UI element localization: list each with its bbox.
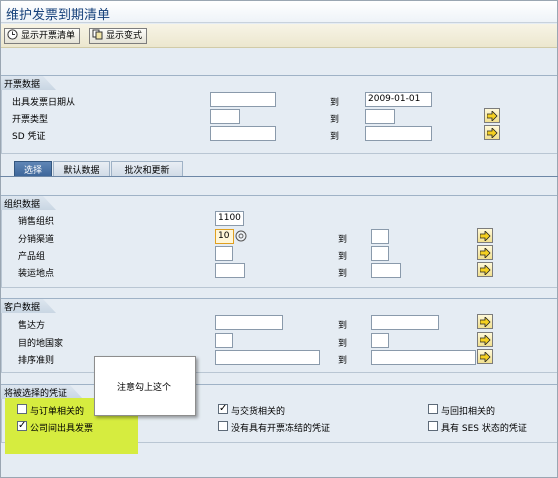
billing-type-multiple-selection-button[interactable] <box>484 108 500 123</box>
tab-strip-underline <box>0 176 558 177</box>
distribution-channel-input[interactable]: 10 <box>215 229 234 244</box>
application-toolbar: 显示开票清单 显示变式 <box>1 24 557 48</box>
org-data-group: 组织数据 <box>1 195 557 288</box>
intercompany-billing-label: 公司间出具发票 <box>30 424 94 434</box>
sold-to-party-to-label: 到 <box>338 321 348 331</box>
distribution-channel-to-label: 到 <box>338 235 348 245</box>
ses-status-label: 具有 SES 状态的凭证 <box>441 424 527 434</box>
shipping-point-label: 装运地点 <box>18 269 55 279</box>
billing-date-from-input[interactable] <box>210 92 276 107</box>
distribution-channel-multiple-selection-button[interactable] <box>477 228 493 243</box>
billing-type-to-label: 到 <box>330 115 340 125</box>
sold-to-party-multiple-selection-button[interactable] <box>477 314 493 329</box>
arrow-right-icon <box>480 248 491 258</box>
customer-data-header: 客户数据 <box>1 299 56 313</box>
rebate-related-checkbox[interactable] <box>428 404 438 414</box>
billing-date-to-label: 到 <box>330 98 340 108</box>
sales-org-input[interactable]: 1100 <box>215 211 244 226</box>
display-billing-list-label: 显示开票清单 <box>21 31 76 41</box>
sd-document-multiple-selection-button[interactable] <box>484 125 500 140</box>
billing-data-body <box>1 90 557 154</box>
arrow-right-icon <box>487 128 498 138</box>
division-to-label: 到 <box>338 252 348 262</box>
billing-type-to-input[interactable] <box>365 109 395 124</box>
shipping-point-to-input[interactable] <box>371 263 401 278</box>
billing-date-label: 出具发票日期从 <box>12 98 76 108</box>
sales-org-label: 销售组织 <box>18 217 55 227</box>
annotation-text: 注意勾上这个 <box>117 383 172 393</box>
arrow-right-icon <box>480 265 491 275</box>
display-variant-label: 显示变式 <box>106 31 143 41</box>
execute-clock-icon <box>7 29 18 40</box>
tab-default-data[interactable]: 默认数据 <box>53 161 110 177</box>
arrow-right-icon <box>487 111 498 121</box>
display-variant-button[interactable]: 显示变式 <box>89 28 148 44</box>
no-billing-block-label: 没有具有开票冻结的凭证 <box>231 424 331 434</box>
division-to-input[interactable] <box>371 246 389 261</box>
org-data-header: 组织数据 <box>1 196 56 210</box>
billing-data-header: 开票数据 <box>1 76 56 90</box>
no-billing-block-checkbox[interactable] <box>218 421 228 431</box>
billing-type-label: 开票类型 <box>12 115 49 125</box>
delivery-related-checkbox[interactable]: ✓ <box>218 404 228 414</box>
tab-strip: 选择 默认数据 批次和更新 <box>0 161 558 177</box>
order-related-label: 与订单相关的 <box>30 407 85 417</box>
arrow-right-icon <box>480 317 491 327</box>
billing-type-from-input[interactable] <box>210 109 240 124</box>
billing-data-group: 开票数据 <box>1 75 557 154</box>
tab-batch-and-update[interactable]: 批次和更新 <box>111 161 183 177</box>
billing-date-to-input[interactable]: 2009-01-01 <box>365 92 432 107</box>
shipping-point-to-label: 到 <box>338 269 348 279</box>
arrow-right-icon <box>480 335 491 345</box>
annotation-callout: 注意勾上这个 <box>94 356 196 416</box>
sort-criterion-label: 排序准则 <box>18 356 55 366</box>
documents-header: 将被选择的凭证 <box>1 385 83 399</box>
division-from-input[interactable] <box>215 246 233 261</box>
page-title: 维护发票到期清单 <box>1 1 557 23</box>
sold-to-party-to-input[interactable] <box>371 315 439 330</box>
sold-to-party-from-input[interactable] <box>215 315 283 330</box>
distribution-channel-label: 分销渠道 <box>18 235 55 245</box>
destination-country-from-input[interactable] <box>215 333 233 348</box>
shipping-point-multiple-selection-button[interactable] <box>477 262 493 277</box>
division-label: 产品组 <box>18 252 46 262</box>
sd-document-to-input[interactable] <box>365 126 432 141</box>
delivery-related-label: 与交货相关的 <box>231 407 286 417</box>
destination-country-to-label: 到 <box>338 339 348 349</box>
shipping-point-from-input[interactable] <box>215 263 245 278</box>
ses-status-checkbox[interactable] <box>428 421 438 431</box>
destination-country-multiple-selection-button[interactable] <box>477 332 493 347</box>
rebate-related-label: 与回扣相关的 <box>441 407 496 417</box>
search-help-icon[interactable] <box>235 230 247 242</box>
destination-country-label: 目的地国家 <box>18 339 64 349</box>
sd-document-label: SD 凭证 <box>12 132 46 142</box>
variant-icon <box>92 29 103 40</box>
sort-criterion-to-input[interactable] <box>371 350 476 365</box>
sort-criterion-to-label: 到 <box>338 356 348 366</box>
org-data-body <box>1 210 557 288</box>
arrow-right-icon <box>480 231 491 241</box>
sd-document-from-input[interactable] <box>210 126 276 141</box>
sold-to-party-label: 售达方 <box>18 321 46 331</box>
arrow-right-icon <box>480 352 491 362</box>
order-related-checkbox[interactable] <box>17 404 27 414</box>
division-multiple-selection-button[interactable] <box>477 245 493 260</box>
sort-criterion-multiple-selection-button[interactable] <box>477 349 493 364</box>
sd-document-to-label: 到 <box>330 132 340 142</box>
distribution-channel-to-input[interactable] <box>371 229 389 244</box>
tab-selection[interactable]: 选择 <box>14 161 52 177</box>
display-billing-list-button[interactable]: 显示开票清单 <box>4 28 81 44</box>
sort-criterion-from-input[interactable] <box>215 350 320 365</box>
intercompany-billing-checkbox[interactable]: ✓ <box>17 421 27 431</box>
destination-country-to-input[interactable] <box>371 333 389 348</box>
